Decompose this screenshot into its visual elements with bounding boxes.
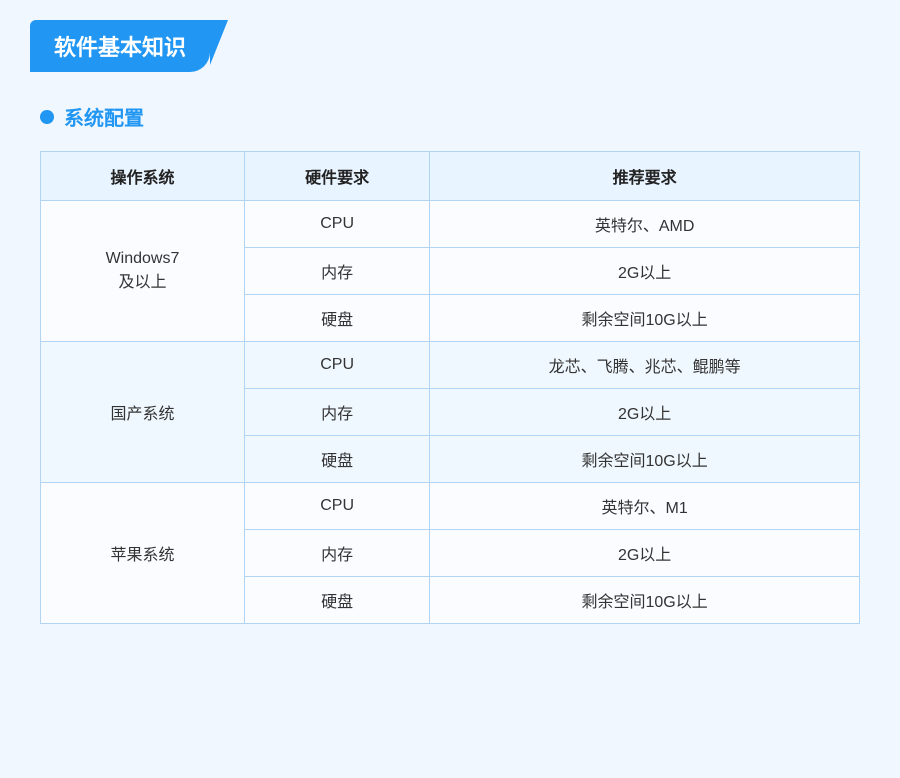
page-container: 软件基本知识 系统配置 操作系统 硬件要求 推荐要求 Windows7及以上CP… [30,20,870,624]
rec-cell: 剩余空间10G以上 [430,577,860,624]
col-header-rec: 推荐要求 [430,152,860,201]
title-banner: 软件基本知识 [30,20,210,72]
rec-cell: 2G以上 [430,530,860,577]
hw-cell: 内存 [244,248,429,295]
hw-cell: CPU [244,342,429,389]
table-row: 国产系统CPU龙芯、飞腾、兆芯、鲲鹏等 [41,342,860,389]
rec-cell: 英特尔、AMD [430,201,860,248]
hw-cell: 硬盘 [244,577,429,624]
page-title: 软件基本知识 [54,30,186,62]
hw-cell: 硬盘 [244,436,429,483]
hw-cell: 硬盘 [244,295,429,342]
rec-cell: 龙芯、飞腾、兆芯、鲲鹏等 [430,342,860,389]
rec-cell: 2G以上 [430,248,860,295]
hw-cell: 内存 [244,530,429,577]
hw-cell: CPU [244,483,429,530]
table-header-row: 操作系统 硬件要求 推荐要求 [41,152,860,201]
table-wrapper: 操作系统 硬件要求 推荐要求 Windows7及以上CPU英特尔、AMD内存2G… [40,151,860,624]
os-cell: Windows7及以上 [41,201,245,342]
col-header-hw: 硬件要求 [244,152,429,201]
hw-cell: CPU [244,201,429,248]
bullet-dot [40,110,54,124]
table-row: Windows7及以上CPU英特尔、AMD [41,201,860,248]
rec-cell: 2G以上 [430,389,860,436]
rec-cell: 英特尔、M1 [430,483,860,530]
table-row: 苹果系统CPU英特尔、M1 [41,483,860,530]
rec-cell: 剩余空间10G以上 [430,436,860,483]
section-header: 系统配置 [40,102,870,131]
section-title: 系统配置 [64,102,144,131]
system-config-table: 操作系统 硬件要求 推荐要求 Windows7及以上CPU英特尔、AMD内存2G… [40,151,860,624]
rec-cell: 剩余空间10G以上 [430,295,860,342]
hw-cell: 内存 [244,389,429,436]
os-cell: 苹果系统 [41,483,245,624]
os-cell: 国产系统 [41,342,245,483]
col-header-os: 操作系统 [41,152,245,201]
